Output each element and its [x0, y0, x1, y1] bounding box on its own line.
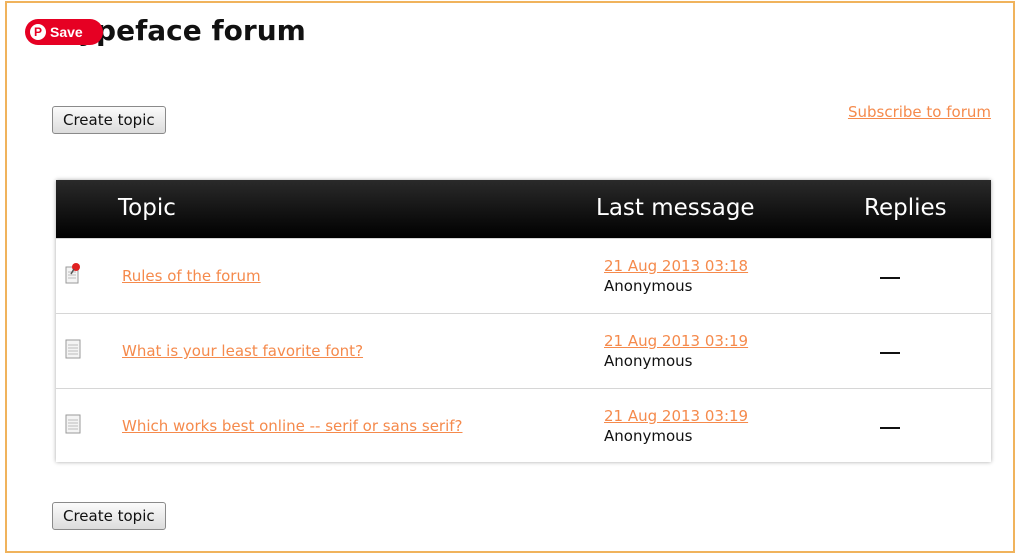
pinterest-save-button[interactable]: P Save — [25, 19, 103, 45]
replies-count — [880, 427, 900, 429]
table-row: Which works best online -- serif or sans… — [56, 388, 991, 463]
last-message-author: Anonymous — [604, 427, 693, 445]
last-message-date-link[interactable]: 21 Aug 2013 03:18 — [604, 257, 748, 275]
replies-count — [880, 352, 900, 354]
last-message-date-link[interactable]: 21 Aug 2013 03:19 — [604, 407, 748, 425]
header-topic: Topic — [118, 195, 176, 221]
document-icon — [65, 339, 81, 359]
topic-link[interactable]: What is your least favorite font? — [122, 342, 363, 360]
pinterest-save-label: Save — [50, 24, 83, 40]
create-topic-button-bottom[interactable]: Create topic — [52, 502, 166, 530]
table-row: Rules of the forum 21 Aug 2013 03:18 Ano… — [56, 238, 991, 313]
subscribe-to-forum-link[interactable]: Subscribe to forum — [848, 103, 991, 121]
topic-link[interactable]: Rules of the forum — [122, 267, 261, 285]
table-header: Topic Last message Replies — [56, 180, 991, 238]
last-message-author: Anonymous — [604, 277, 693, 295]
pinned-document-icon — [65, 263, 80, 284]
create-topic-button-top[interactable]: Create topic — [52, 106, 166, 134]
header-last-message: Last message — [596, 195, 755, 221]
pinterest-logo-icon: P — [30, 24, 46, 40]
last-message-author: Anonymous — [604, 352, 693, 370]
last-message-date-link[interactable]: 21 Aug 2013 03:19 — [604, 332, 748, 350]
document-icon — [65, 414, 81, 434]
table-row: What is your least favorite font? 21 Aug… — [56, 313, 991, 388]
replies-count — [880, 277, 900, 279]
topic-link[interactable]: Which works best online -- serif or sans… — [122, 417, 463, 435]
header-replies: Replies — [864, 195, 947, 221]
topics-table: Topic Last message Replies Rules of the … — [56, 180, 991, 462]
